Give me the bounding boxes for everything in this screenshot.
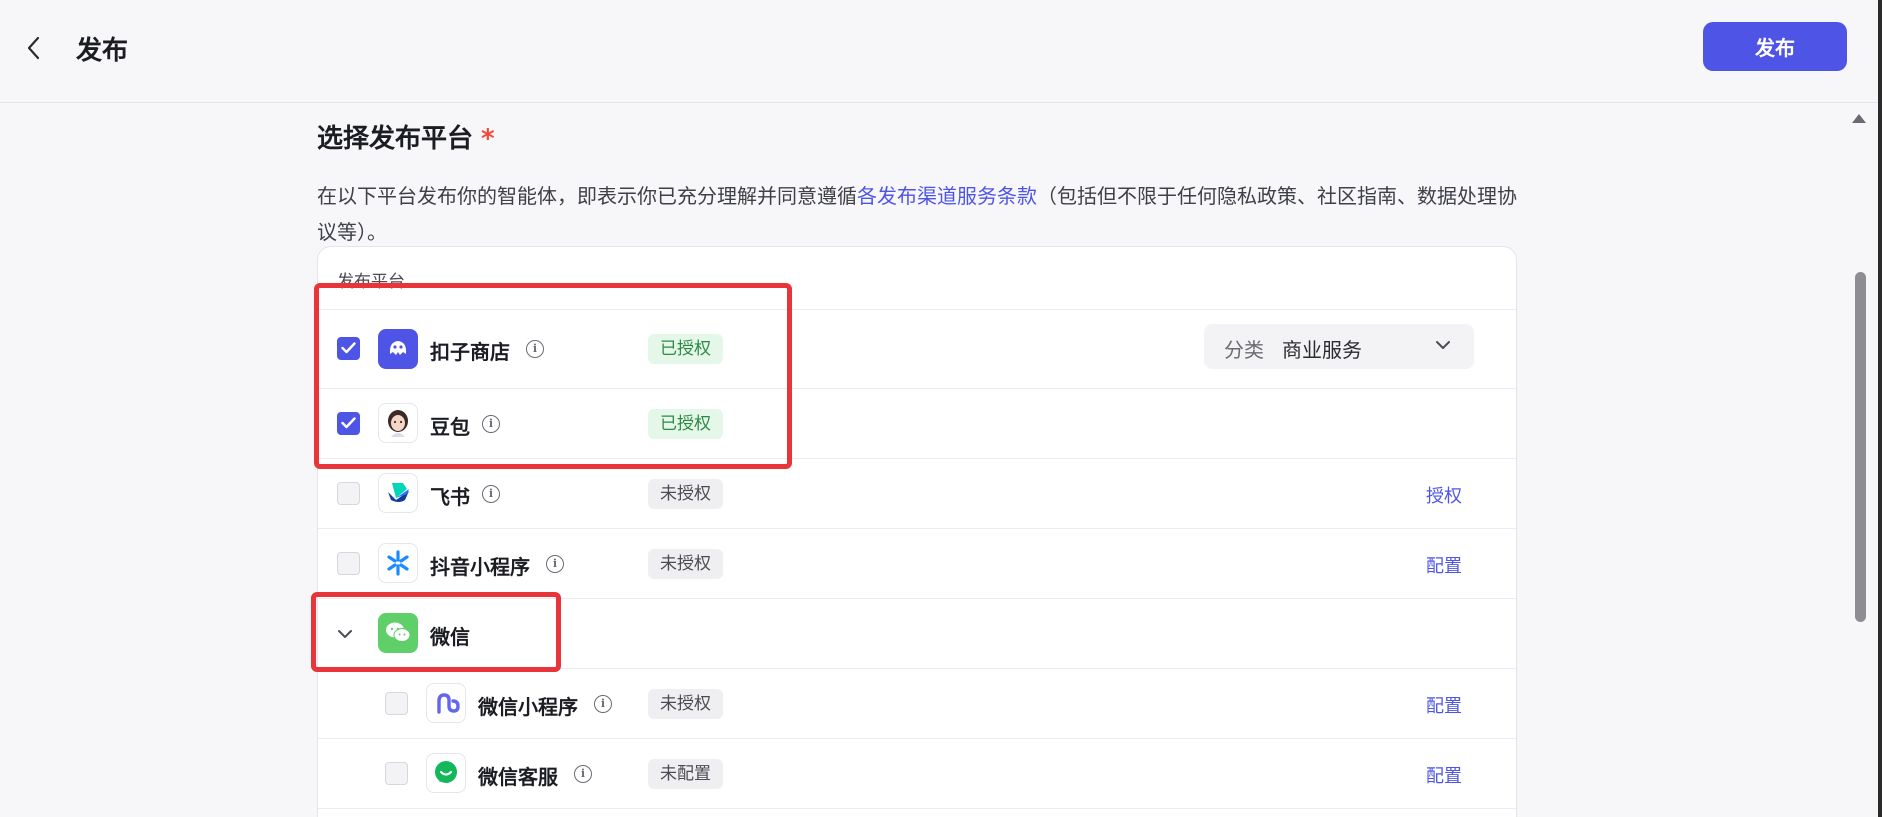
table-row-wechat-group[interactable]: 微信 xyxy=(318,598,1516,668)
authorize-link-feishu[interactable]: 授权 xyxy=(1426,482,1462,508)
platform-name-wechat-miniapp: 微信小程序 xyxy=(478,695,578,719)
checkbox-feishu[interactable] xyxy=(337,482,360,505)
coze-store-icon xyxy=(378,329,418,369)
window-edge xyxy=(1878,0,1882,817)
scrollbar-thumb[interactable] xyxy=(1855,272,1866,622)
scroll-up-arrow-icon[interactable] xyxy=(1852,114,1866,123)
table-row-feishu: 飞书 i 未授权 授权 xyxy=(318,458,1516,528)
table-row-partial xyxy=(318,808,1516,817)
info-icon[interactable]: i xyxy=(482,415,500,433)
feishu-icon xyxy=(378,473,418,513)
category-value: 商业服务 xyxy=(1282,338,1362,362)
platform-name-coze-store: 扣子商店 xyxy=(430,340,510,364)
section-title-text: 选择发布平台 xyxy=(317,124,474,154)
platform-name-doubao: 豆包 xyxy=(430,415,470,439)
top-header: 发布 发布 xyxy=(0,0,1882,103)
douyin-miniapp-icon xyxy=(378,543,418,583)
checkbox-douyin-miniapp[interactable] xyxy=(337,552,360,575)
configure-link-wechat-service[interactable]: 配置 xyxy=(1426,762,1462,788)
chevron-left-icon xyxy=(27,36,40,60)
category-label: 分类 xyxy=(1224,338,1264,362)
terms-link[interactable]: 各发布渠道服务条款 xyxy=(857,184,1037,208)
category-select[interactable]: 分类 商业服务 xyxy=(1204,324,1474,369)
page-title: 发布 xyxy=(76,36,129,66)
platform-table: 发布平台 扣子商店 i 已授权 分类 商业服务 豆包 i 已授权 飞书 i 未授… xyxy=(317,246,1517,817)
table-row-wechat-miniapp: 微信小程序 i 未授权 配置 xyxy=(318,668,1516,738)
table-row-douyin-miniapp: 抖音小程序 i 未授权 配置 xyxy=(318,528,1516,598)
section-title: 选择发布平台 * xyxy=(317,118,495,155)
chevron-down-icon xyxy=(1436,341,1450,349)
checkbox-doubao[interactable] xyxy=(337,412,360,435)
table-row-wechat-service: 微信客服 i 未配置 配置 xyxy=(318,738,1516,808)
info-icon[interactable]: i xyxy=(594,695,612,713)
status-badge-wechat-miniapp: 未授权 xyxy=(648,689,723,719)
back-button[interactable] xyxy=(20,34,48,62)
wechat-miniapp-icon xyxy=(426,683,466,723)
status-badge-feishu: 未授权 xyxy=(648,479,723,509)
info-icon[interactable]: i xyxy=(574,765,592,783)
status-badge-coze-store: 已授权 xyxy=(648,334,723,364)
table-row-doubao: 豆包 i 已授权 xyxy=(318,388,1516,458)
info-icon[interactable]: i xyxy=(482,485,500,503)
info-icon[interactable]: i xyxy=(526,340,544,358)
check-icon xyxy=(341,417,356,429)
status-badge-wechat-service: 未配置 xyxy=(648,759,723,789)
desc-text-before: 在以下平台发布你的智能体，即表示你已充分理解并同意遵循 xyxy=(317,184,857,208)
checkbox-wechat-service[interactable] xyxy=(385,762,408,785)
table-header-platform: 发布平台 xyxy=(337,272,405,292)
platform-name-wechat-service: 微信客服 xyxy=(478,765,558,789)
publish-button[interactable]: 发布 xyxy=(1703,22,1847,71)
info-icon[interactable]: i xyxy=(546,555,564,573)
checkbox-coze-store[interactable] xyxy=(337,337,360,360)
configure-link-wechat-miniapp[interactable]: 配置 xyxy=(1426,692,1462,718)
section-description: 在以下平台发布你的智能体，即表示你已充分理解并同意遵循各发布渠道服务条款（包括但… xyxy=(317,178,1517,250)
wechat-service-icon xyxy=(426,753,466,793)
check-icon xyxy=(341,342,356,354)
table-row-coze-store: 扣子商店 i 已授权 分类 商业服务 xyxy=(318,309,1516,388)
status-badge-doubao: 已授权 xyxy=(648,409,723,439)
required-mark: * xyxy=(481,124,495,154)
wechat-icon xyxy=(378,613,418,653)
platform-name-feishu: 飞书 xyxy=(430,485,470,509)
doubao-icon xyxy=(378,403,418,443)
platform-name-wechat: 微信 xyxy=(430,625,470,649)
configure-link-douyin-miniapp[interactable]: 配置 xyxy=(1426,552,1462,578)
status-badge-douyin-miniapp: 未授权 xyxy=(648,549,723,579)
platform-name-douyin-miniapp: 抖音小程序 xyxy=(430,555,530,579)
checkbox-wechat-miniapp[interactable] xyxy=(385,692,408,715)
chevron-down-icon[interactable] xyxy=(336,625,354,643)
